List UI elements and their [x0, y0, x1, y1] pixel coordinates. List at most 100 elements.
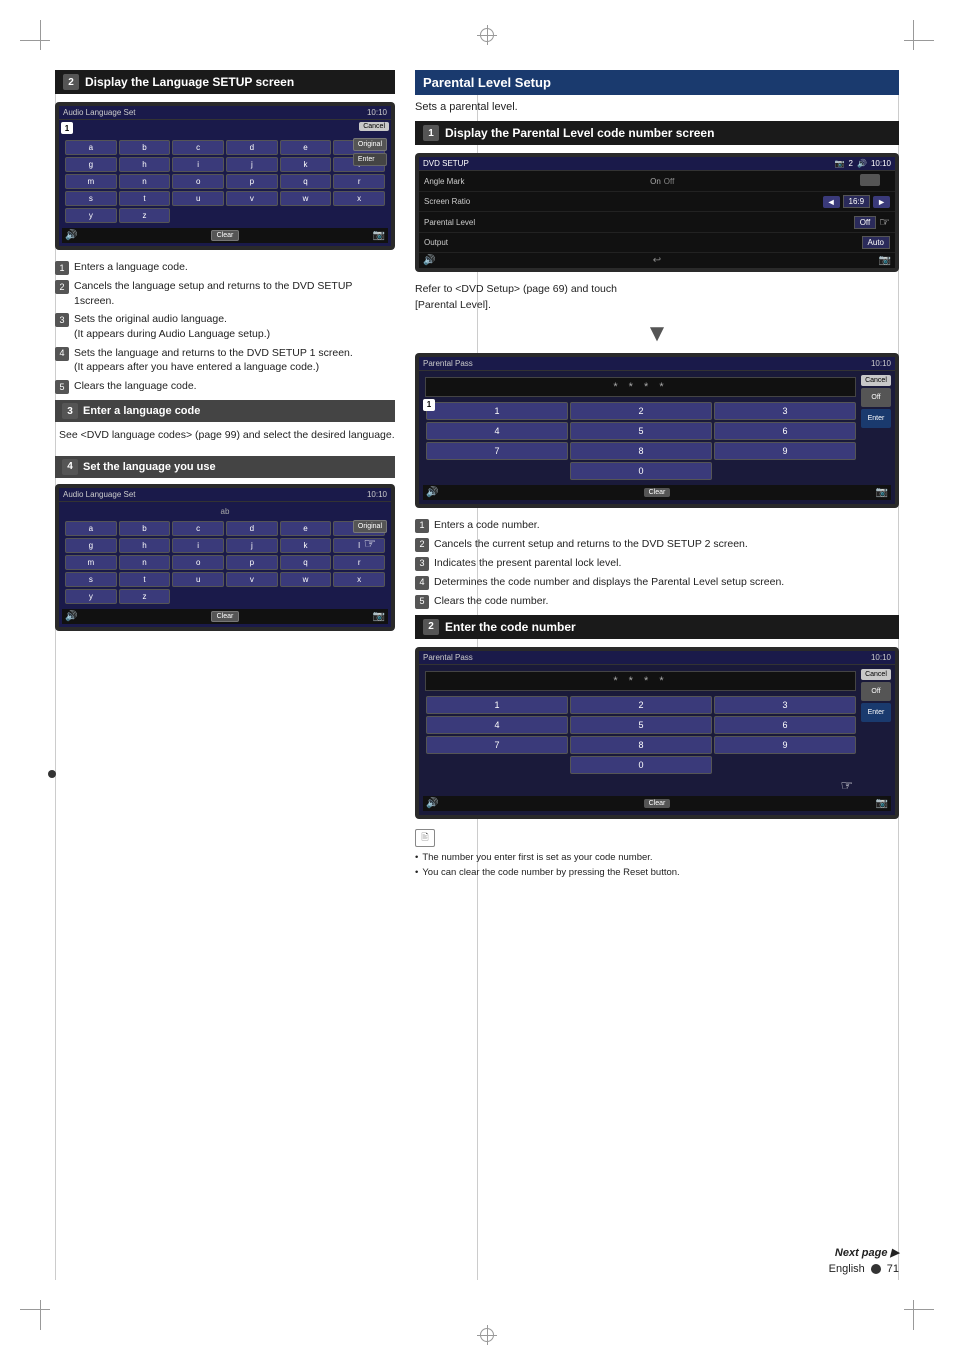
- pp-clear-btn[interactable]: Clear: [644, 488, 671, 497]
- key-n[interactable]: n: [119, 174, 171, 189]
- key2-b[interactable]: b: [119, 521, 171, 536]
- key-k[interactable]: k: [280, 157, 332, 172]
- toggle-off: Off: [664, 177, 675, 186]
- key-y[interactable]: y: [65, 208, 117, 223]
- key2-k[interactable]: k: [280, 538, 332, 553]
- step2-header: 2 Display the Language SETUP screen: [55, 70, 395, 94]
- key-v[interactable]: v: [226, 191, 278, 206]
- dvd-speaker-icon: 🔊: [423, 255, 435, 266]
- key-i[interactable]: i: [172, 157, 224, 172]
- key2-e[interactable]: e: [280, 521, 332, 536]
- num-6[interactable]: 6: [714, 422, 856, 440]
- num-1[interactable]: 1: [426, 402, 568, 420]
- key-p[interactable]: p: [226, 174, 278, 189]
- cancel-btn-screen[interactable]: Cancel: [359, 122, 389, 131]
- key2-y[interactable]: y: [65, 589, 117, 604]
- key2-q[interactable]: q: [280, 555, 332, 570]
- parental-value: Off: [854, 216, 877, 229]
- key2-v[interactable]: v: [226, 572, 278, 587]
- key-m[interactable]: m: [65, 174, 117, 189]
- key-c[interactable]: c: [172, 140, 224, 155]
- audio-language-screen2: Audio Language Set 10:10 ab a b c d e f …: [55, 484, 395, 631]
- key2-n[interactable]: n: [119, 555, 171, 570]
- off-btn-parental2[interactable]: Off: [861, 682, 891, 701]
- key-u[interactable]: u: [172, 191, 224, 206]
- key2-z[interactable]: z: [119, 589, 171, 604]
- key-b[interactable]: b: [119, 140, 171, 155]
- key-a[interactable]: a: [65, 140, 117, 155]
- key2-g[interactable]: g: [65, 538, 117, 553]
- num2-7[interactable]: 7: [426, 736, 568, 754]
- original-btn2[interactable]: Original: [353, 520, 387, 533]
- ratio-left-arrow[interactable]: ◄: [823, 196, 840, 208]
- key-w[interactable]: w: [280, 191, 332, 206]
- num-8[interactable]: 8: [570, 442, 712, 460]
- parental-touch-cursor: ☞: [879, 215, 890, 229]
- num-9[interactable]: 9: [714, 442, 856, 460]
- key2-i[interactable]: i: [172, 538, 224, 553]
- num-4[interactable]: 4: [426, 422, 568, 440]
- key2-w[interactable]: w: [280, 572, 332, 587]
- off-btn-parental[interactable]: Off: [861, 388, 891, 407]
- original-btn[interactable]: Original: [353, 138, 387, 151]
- key-d[interactable]: d: [226, 140, 278, 155]
- screen2-title: Audio Language Set: [63, 490, 136, 499]
- num-5[interactable]: 5: [570, 422, 712, 440]
- touch-icon: ☞: [353, 535, 387, 552]
- key2-x[interactable]: x: [333, 572, 385, 587]
- cancel-btn-parental[interactable]: Cancel: [861, 375, 891, 386]
- pp2-clear-btn[interactable]: Clear: [644, 799, 671, 808]
- key2-d[interactable]: d: [226, 521, 278, 536]
- enter-btn-parental2[interactable]: Enter: [861, 703, 891, 722]
- num-0[interactable]: 0: [570, 462, 712, 480]
- num2-0[interactable]: 0: [570, 756, 712, 774]
- screen2-right-buttons: Original ☞: [353, 520, 387, 552]
- touch-cursor2: ☞: [840, 777, 853, 794]
- parental-pass2-body: * * * * 1 2 3 4 5 6 7 8 9 0: [419, 665, 895, 815]
- key-q[interactable]: q: [280, 174, 332, 189]
- num-2[interactable]: 2: [570, 402, 712, 420]
- key-z[interactable]: z: [119, 208, 171, 223]
- key-g[interactable]: g: [65, 157, 117, 172]
- num2-1[interactable]: 1: [426, 696, 568, 714]
- cancel-btn-parental2[interactable]: Cancel: [861, 669, 891, 680]
- key2-m[interactable]: m: [65, 555, 117, 570]
- step1-right-title: Display the Parental Level code number s…: [445, 126, 714, 140]
- key-e[interactable]: e: [280, 140, 332, 155]
- key-x[interactable]: x: [333, 191, 385, 206]
- num2-9[interactable]: 9: [714, 736, 856, 754]
- key2-r[interactable]: r: [333, 555, 385, 570]
- key-j[interactable]: j: [226, 157, 278, 172]
- clear-btn2[interactable]: Clear: [211, 611, 240, 622]
- num2-4[interactable]: 4: [426, 716, 568, 734]
- key2-h[interactable]: h: [119, 538, 171, 553]
- num-7[interactable]: 7: [426, 442, 568, 460]
- key2-c[interactable]: c: [172, 521, 224, 536]
- key-t[interactable]: t: [119, 191, 171, 206]
- key-h[interactable]: h: [119, 157, 171, 172]
- key-o[interactable]: o: [172, 174, 224, 189]
- key-r[interactable]: r: [333, 174, 385, 189]
- pp2-speaker-icon: 🔊: [426, 798, 438, 809]
- num2-2[interactable]: 2: [570, 696, 712, 714]
- key2-t[interactable]: t: [119, 572, 171, 587]
- num2-6[interactable]: 6: [714, 716, 856, 734]
- num2-5[interactable]: 5: [570, 716, 712, 734]
- num-3[interactable]: 3: [714, 402, 856, 420]
- key2-u[interactable]: u: [172, 572, 224, 587]
- speaker-icon2: 🔊: [65, 611, 77, 622]
- key2-o[interactable]: o: [172, 555, 224, 570]
- right-item-1: 1 Enters a code number.: [415, 518, 899, 533]
- num2-8[interactable]: 8: [570, 736, 712, 754]
- clear-btn[interactable]: Clear: [211, 230, 240, 241]
- enter-btn-screen[interactable]: Enter: [353, 153, 387, 166]
- enter-btn-parental[interactable]: Enter: [861, 409, 891, 428]
- ratio-right-arrow[interactable]: ►: [873, 196, 890, 208]
- num2-3[interactable]: 3: [714, 696, 856, 714]
- key2-a[interactable]: a: [65, 521, 117, 536]
- key-s[interactable]: s: [65, 191, 117, 206]
- key2-s[interactable]: s: [65, 572, 117, 587]
- item-text-4: Sets the language and returns to the DVD…: [74, 346, 353, 375]
- key2-j[interactable]: j: [226, 538, 278, 553]
- key2-p[interactable]: p: [226, 555, 278, 570]
